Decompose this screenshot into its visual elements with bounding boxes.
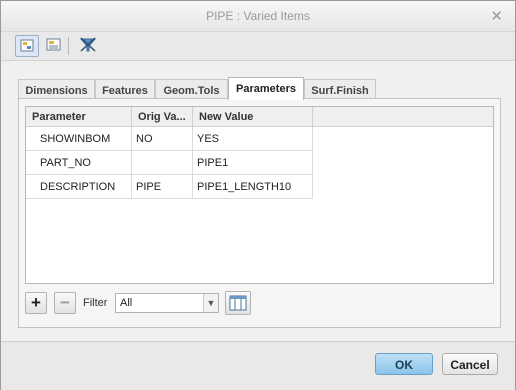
table-columns-icon[interactable]: [225, 291, 251, 315]
filter-label: Filter: [83, 297, 108, 309]
parameter-cell: DESCRIPTION: [26, 175, 132, 199]
parameter-cell: PART_NO: [26, 151, 132, 175]
column-header-parameter[interactable]: Parameter: [26, 107, 132, 126]
table-row[interactable]: PART_NO PIPE1: [26, 151, 313, 175]
orig-value-cell: PIPE: [132, 175, 193, 199]
ok-button[interactable]: OK: [375, 353, 433, 375]
close-icon[interactable]: ✕: [490, 7, 503, 25]
filter-clear-icon[interactable]: [77, 35, 101, 57]
parameter-cell: SHOWINBOM: [26, 127, 132, 151]
layout-icon[interactable]: [43, 35, 67, 57]
column-header-orig-value[interactable]: Orig Va...: [132, 107, 193, 126]
filter-select-value: All: [120, 297, 133, 309]
orig-value-cell: [132, 151, 193, 175]
orig-value-cell: NO: [132, 127, 193, 151]
title-bar: PIPE : Varied Items ✕: [1, 1, 515, 32]
remove-icon[interactable]: −: [54, 292, 76, 314]
toolbar-separator: [68, 37, 69, 55]
tab-parameters[interactable]: Parameters: [228, 77, 304, 100]
table-row[interactable]: DESCRIPTION PIPE PIPE1_LENGTH10: [26, 175, 313, 199]
dialog-footer: OK Cancel: [1, 341, 515, 390]
parameters-table: Parameter Orig Va... New Value SHOWINBOM…: [25, 106, 494, 284]
tab-geom-tols[interactable]: Geom.Tols: [155, 79, 228, 99]
table-row[interactable]: SHOWINBOM NO YES: [26, 127, 313, 151]
dialog-window: PIPE : Varied Items ✕ Dimensions Feature…: [0, 0, 516, 390]
tab-features[interactable]: Features: [95, 79, 155, 99]
tab-dimensions[interactable]: Dimensions: [18, 79, 95, 99]
toolbar: [1, 32, 515, 61]
dialog-title: PIPE : Varied Items: [206, 9, 310, 23]
new-value-cell[interactable]: YES: [193, 127, 313, 151]
column-header-new-value[interactable]: New Value: [193, 107, 313, 126]
parameters-panel: Parameter Orig Va... New Value SHOWINBOM…: [18, 98, 501, 328]
new-value-cell[interactable]: PIPE1: [193, 151, 313, 175]
varied-items-view-icon[interactable]: [15, 35, 39, 57]
chevron-down-icon[interactable]: ▼: [203, 294, 218, 312]
tab-surf-finish[interactable]: Surf.Finish: [304, 79, 376, 99]
filter-select[interactable]: All ▼: [115, 293, 219, 313]
cancel-button[interactable]: Cancel: [442, 353, 498, 375]
add-icon[interactable]: +: [25, 292, 47, 314]
new-value-cell[interactable]: PIPE1_LENGTH10: [193, 175, 313, 199]
table-header: Parameter Orig Va... New Value: [26, 107, 493, 127]
